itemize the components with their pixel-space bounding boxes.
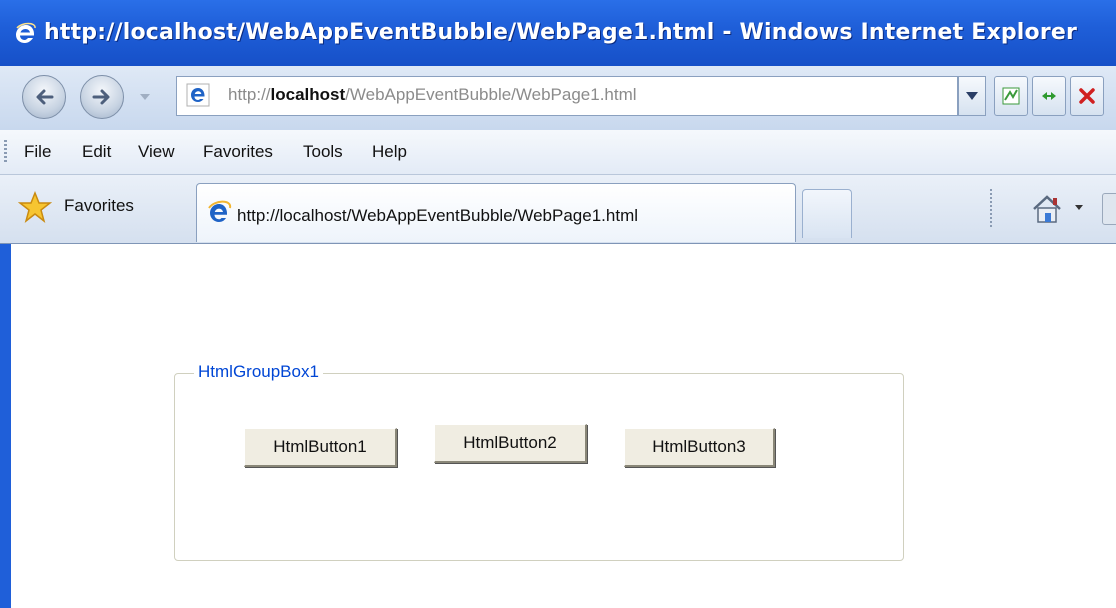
back-button[interactable] — [22, 75, 66, 119]
menu-tools[interactable]: Tools — [303, 142, 343, 162]
address-dropdown[interactable] — [958, 76, 986, 116]
home-icon[interactable] — [1030, 193, 1064, 225]
html-button-3[interactable]: HtmlButton3 — [624, 428, 775, 467]
forward-button[interactable] — [80, 75, 124, 119]
page-ie-icon — [186, 83, 210, 107]
menu-favorites[interactable]: Favorites — [203, 142, 273, 162]
ie-window: http://localhost/WebAppEventBubble/WebPa… — [0, 0, 1116, 608]
title-bar: http://localhost/WebAppEventBubble/WebPa… — [0, 0, 1116, 66]
html-button-2[interactable]: HtmlButton2 — [434, 424, 587, 463]
refresh-icon — [1042, 92, 1056, 100]
menu-edit[interactable]: Edit — [82, 142, 111, 162]
window-left-border — [0, 244, 11, 608]
home-dropdown[interactable] — [1075, 205, 1083, 210]
compatibility-icon — [1002, 87, 1020, 105]
address-text: http://localhost/WebAppEventBubble/WebPa… — [228, 85, 637, 105]
stop-icon — [1079, 88, 1095, 104]
tab-webpage1[interactable]: http://localhost/WebAppEventBubble/WebPa… — [196, 183, 796, 242]
recent-pages-dropdown[interactable] — [140, 94, 150, 100]
tab-label: http://localhost/WebAppEventBubble/WebPa… — [237, 206, 639, 225]
address-prefix: http:// — [228, 85, 271, 104]
menu-grip — [4, 140, 7, 164]
compatibility-button[interactable] — [994, 76, 1028, 116]
menu-file[interactable]: File — [24, 142, 51, 162]
favorites-label: Favorites — [64, 196, 134, 215]
back-icon — [36, 89, 54, 105]
address-toolbar: http://localhost/WebAppEventBubble/WebPa… — [0, 66, 1116, 131]
favorites-bar: Favorites http://localhost/WebAppEventBu… — [0, 175, 1116, 244]
group-box-legend: HtmlGroupBox1 — [194, 362, 323, 382]
forward-icon — [92, 89, 110, 105]
feeds-button[interactable] — [1102, 193, 1116, 225]
menu-help[interactable]: Help — [372, 142, 407, 162]
window-title: http://localhost/WebAppEventBubble/WebPa… — [44, 20, 1078, 45]
star-icon — [18, 191, 52, 223]
html-button-1[interactable]: HtmlButton1 — [244, 428, 397, 467]
menu-bar: File Edit View Favorites Tools Help — [0, 130, 1116, 175]
refresh-button[interactable] — [1032, 76, 1066, 116]
new-tab-button[interactable] — [802, 189, 852, 238]
menu-view[interactable]: View — [138, 142, 175, 162]
tab-ie-icon — [208, 200, 232, 222]
address-path: /WebAppEventBubble/WebPage1.html — [345, 85, 637, 104]
stop-button[interactable] — [1070, 76, 1104, 116]
html-group-box — [174, 373, 904, 561]
toolbar-separator — [990, 189, 992, 229]
address-host: localhost — [270, 85, 346, 104]
ie-logo-icon — [16, 22, 36, 43]
